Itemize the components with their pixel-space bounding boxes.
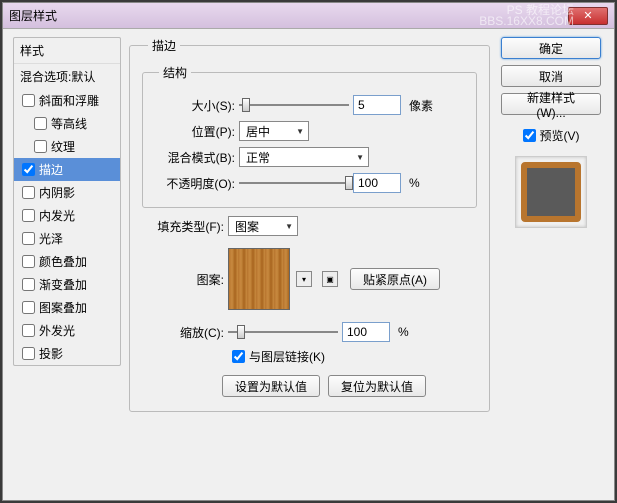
style-checkbox[interactable] — [22, 209, 35, 222]
ok-button[interactable]: 确定 — [501, 37, 601, 59]
stroke-fieldset: 描边 结构 大小(S): 像素 位置(P): 居中 混合模式(B): — [129, 37, 490, 412]
size-unit: 像素 — [409, 97, 433, 114]
link-layer-checkbox[interactable] — [232, 350, 245, 363]
preview-frame — [515, 156, 587, 228]
style-label: 斜面和浮雕 — [39, 92, 99, 109]
style-label: 投影 — [39, 345, 63, 362]
style-label: 图案叠加 — [39, 299, 87, 316]
titlebar[interactable]: 图层样式 PS 教程论坛 BBS.16XX8.COM ✕ — [3, 3, 614, 29]
styles-header: 样式 — [14, 38, 120, 63]
style-item-8[interactable]: 渐变叠加 — [14, 273, 120, 296]
pattern-swatch[interactable] — [228, 248, 290, 310]
close-button[interactable]: ✕ — [568, 7, 608, 25]
style-item-11[interactable]: 投影 — [14, 342, 120, 365]
watermark: PS 教程论坛 BBS.16XX8.COM — [479, 5, 574, 27]
new-style-button[interactable]: 新建样式(W)... — [501, 93, 601, 115]
style-label: 等高线 — [51, 115, 87, 132]
blendmode-label: 混合模式(B): — [153, 149, 235, 166]
structure-legend: 结构 — [159, 64, 191, 81]
opacity-unit: % — [409, 176, 420, 190]
style-checkbox[interactable] — [22, 324, 35, 337]
style-checkbox[interactable] — [22, 186, 35, 199]
style-item-6[interactable]: 光泽 — [14, 227, 120, 250]
style-label: 渐变叠加 — [39, 276, 87, 293]
opacity-label: 不透明度(O): — [153, 175, 235, 192]
style-checkbox[interactable] — [22, 232, 35, 245]
snap-origin-button[interactable]: 贴紧原点(A) — [350, 268, 440, 290]
style-item-10[interactable]: 外发光 — [14, 319, 120, 342]
main-panel: 描边 结构 大小(S): 像素 位置(P): 居中 混合模式(B): — [129, 37, 490, 490]
styles-panel: 样式 混合选项:默认 斜面和浮雕等高线纹理描边内阴影内发光光泽颜色叠加渐变叠加图… — [13, 37, 121, 490]
pattern-new-icon[interactable]: ▣ — [322, 271, 338, 287]
structure-fieldset: 结构 大小(S): 像素 位置(P): 居中 混合模式(B): 正常 — [142, 64, 477, 208]
style-item-0[interactable]: 斜面和浮雕 — [14, 89, 120, 112]
style-label: 外发光 — [39, 322, 75, 339]
style-checkbox[interactable] — [22, 278, 35, 291]
scale-input[interactable] — [342, 322, 390, 342]
style-checkbox[interactable] — [34, 117, 47, 130]
opacity-input[interactable] — [353, 173, 401, 193]
preview-label: 预览(V) — [540, 127, 580, 144]
style-item-4[interactable]: 内阴影 — [14, 181, 120, 204]
style-checkbox[interactable] — [22, 301, 35, 314]
dialog-window: 图层样式 PS 教程论坛 BBS.16XX8.COM ✕ 样式 混合选项:默认 … — [2, 2, 615, 501]
style-item-2[interactable]: 纹理 — [14, 135, 120, 158]
cancel-button[interactable]: 取消 — [501, 65, 601, 87]
style-label: 内发光 — [39, 207, 75, 224]
scale-label: 缩放(C): — [142, 324, 224, 341]
style-label: 描边 — [39, 161, 63, 178]
style-item-7[interactable]: 颜色叠加 — [14, 250, 120, 273]
style-label: 光泽 — [39, 230, 63, 247]
size-label: 大小(S): — [153, 97, 235, 114]
position-label: 位置(P): — [153, 123, 235, 140]
style-checkbox[interactable] — [34, 140, 47, 153]
style-label: 颜色叠加 — [39, 253, 87, 270]
opacity-slider[interactable] — [239, 174, 349, 192]
style-checkbox[interactable] — [22, 255, 35, 268]
blendmode-select[interactable]: 正常 — [239, 147, 369, 167]
preview-checkbox[interactable] — [523, 129, 536, 142]
size-slider[interactable] — [239, 96, 349, 114]
position-select[interactable]: 居中 — [239, 121, 309, 141]
style-label: 内阴影 — [39, 184, 75, 201]
stroke-legend: 描边 — [148, 37, 180, 54]
style-list: 斜面和浮雕等高线纹理描边内阴影内发光光泽颜色叠加渐变叠加图案叠加外发光投影 — [14, 89, 120, 365]
filltype-select[interactable]: 图案 — [228, 216, 298, 236]
pattern-label: 图案: — [142, 271, 224, 288]
pattern-picker-arrow[interactable]: ▾ — [296, 271, 312, 287]
make-default-button[interactable]: 设置为默认值 — [222, 375, 320, 397]
scale-unit: % — [398, 325, 409, 339]
reset-default-button[interactable]: 复位为默认值 — [328, 375, 426, 397]
right-panel: 确定 取消 新建样式(W)... 预览(V) — [498, 37, 604, 490]
size-input[interactable] — [353, 95, 401, 115]
style-item-9[interactable]: 图案叠加 — [14, 296, 120, 319]
style-label: 纹理 — [51, 138, 75, 155]
scale-slider[interactable] — [228, 323, 338, 341]
style-checkbox[interactable] — [22, 163, 35, 176]
style-item-5[interactable]: 内发光 — [14, 204, 120, 227]
style-item-1[interactable]: 等高线 — [14, 112, 120, 135]
link-layer-label: 与图层链接(K) — [249, 348, 325, 365]
filltype-label: 填充类型(F): — [142, 218, 224, 235]
style-checkbox[interactable] — [22, 347, 35, 360]
blend-options[interactable]: 混合选项:默认 — [14, 63, 120, 89]
preview-thumbnail — [521, 162, 581, 222]
style-item-3[interactable]: 描边 — [14, 158, 120, 181]
style-checkbox[interactable] — [22, 94, 35, 107]
